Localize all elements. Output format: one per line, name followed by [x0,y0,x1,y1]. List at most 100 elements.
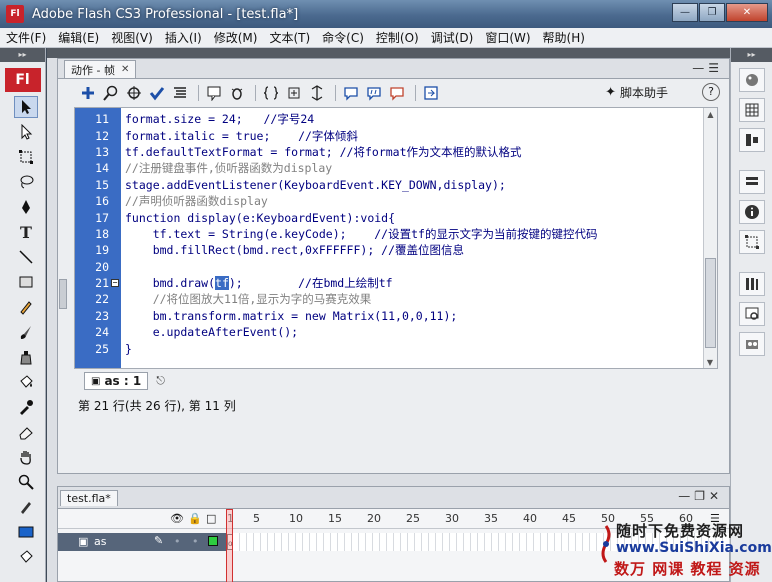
fold-marker-icon[interactable]: − [111,279,119,288]
code-text: stage.addEventListener(KeyboardEvent.KEY… [125,177,506,192]
lock-dot[interactable]: • [192,535,199,548]
line-tool-icon[interactable] [14,246,38,268]
code-line: 19 bmd.fillRect(bmd.rect,0xFFFFFF); //覆盖… [75,242,705,258]
visibility-dot[interactable]: • [174,535,181,548]
timeline-window-controls[interactable]: —❐✕ [678,489,723,503]
info-panel-icon[interactable] [738,200,765,224]
minimize-button[interactable]: — [672,3,698,22]
fill-bucket-mini-icon[interactable] [14,546,38,568]
remove-comment-icon[interactable] [387,83,407,103]
code-text: bm.transform.matrix = new Matrix(11,0,0,… [125,308,458,323]
brush-tool-icon[interactable] [14,321,38,343]
code-text: bmd.draw(tf); //在bmd上绘制tf [125,276,393,291]
zoom-tool-icon[interactable] [14,471,38,493]
lasso-tool-icon[interactable] [14,171,38,193]
align-panel-icon[interactable] [738,128,765,152]
collapse-between-braces-icon[interactable] [261,83,281,103]
rectangle-tool-icon[interactable] [14,271,38,293]
show-code-hint-icon[interactable] [204,83,224,103]
line-number: 11 [95,112,109,127]
code-editor[interactable]: 11 format.size = 24; //字号24 12 format.it… [74,107,718,369]
output-panel-icon[interactable] [738,332,765,356]
paint-bucket-tool-icon[interactable] [14,371,38,393]
hand-tool-icon[interactable] [14,446,38,468]
layer-outline-color[interactable] [208,536,218,546]
help-button[interactable]: ? [702,83,720,101]
layer-info[interactable]: ▣ as ✎ • • [58,533,226,551]
editor-scrollbar[interactable]: ▲ ▼ [703,108,717,368]
outline-icon[interactable]: □ [206,512,216,525]
insert-target-path-icon[interactable] [124,83,144,103]
components-panel-icon[interactable] [738,272,765,296]
free-transform-tool-icon[interactable] [14,146,38,168]
scroll-down-icon[interactable]: ▼ [704,356,716,368]
pencil-tool-icon[interactable] [14,296,38,318]
code-text: } [125,341,132,356]
text-tool-icon[interactable]: T [14,221,38,243]
library-panel-icon[interactable] [738,170,765,194]
tab-script-as-1[interactable]: ▣ as : 1 [84,372,149,390]
add-statement-icon[interactable] [78,83,98,103]
ink-bottle-tool-icon[interactable] [14,346,38,368]
menu-file[interactable]: 文件(F) [0,29,52,46]
swatches-panel-icon[interactable] [738,98,765,122]
fill-color-swatch[interactable] [14,521,38,543]
check-syntax-icon[interactable] [147,83,167,103]
transform-panel-icon[interactable] [738,230,765,254]
color-panel-icon[interactable] [738,68,765,92]
apply-block-comment-icon[interactable] [341,83,361,103]
panel-grip[interactable]: ▸▸ [0,48,45,62]
apply-line-comment-icon[interactable] [364,83,384,103]
scroll-up-icon[interactable]: ▲ [704,108,717,122]
close-button[interactable]: ✕ [726,3,768,22]
find-icon[interactable] [101,83,121,103]
tab-document[interactable]: test.fla* [60,490,118,506]
collapse-handle[interactable] [59,279,67,309]
panel-menu-icon[interactable]: —☰ [692,61,723,75]
stroke-color-icon[interactable] [14,496,38,518]
tab-actions-frame[interactable]: 动作 - 帧 ✕ [64,60,137,78]
menu-view[interactable]: 视图(V) [105,29,159,46]
panel-splitter[interactable] [47,48,730,58]
menu-help[interactable]: 帮助(H) [537,29,591,46]
frame-number: 15 [328,512,342,525]
menu-commands[interactable]: 命令(C) [316,29,370,46]
menu-window[interactable]: 窗口(W) [479,29,536,46]
script-toolbar: ✦ 脚本助手 ? [78,82,728,104]
restore-button[interactable]: ❐ [699,3,725,22]
collapse-selection-icon[interactable] [284,83,304,103]
eraser-tool-icon[interactable] [14,421,38,443]
menu-modify[interactable]: 修改(M) [208,29,264,46]
frame-number: 35 [484,512,498,525]
menu-text[interactable]: 文本(T) [263,29,316,46]
line-number: 13 [95,144,109,159]
subselection-tool-icon[interactable] [14,121,38,143]
playhead[interactable] [226,509,233,582]
code-comment: //将位图放大11倍,显示为字的马赛克效果 [125,292,372,307]
menu-debug[interactable]: 调试(D) [425,29,480,46]
debug-options-icon[interactable] [227,83,247,103]
work-area: 动作 - 帧 ✕ —☰ ✦ 脚本助手 ? 11 format.size = 24… [47,48,731,582]
selection-tool-icon[interactable] [14,96,38,118]
menu-control[interactable]: 控制(O) [370,29,425,46]
eyedropper-tool-icon[interactable] [14,396,38,418]
watermark-line2: www.SuiShiXia.com [616,540,772,556]
movie-explorer-icon[interactable] [738,302,765,326]
show-hide-toolbox-icon[interactable] [421,83,441,103]
layer-name: as [94,535,107,548]
line-number: 15 [95,177,109,192]
line-number: 18 [95,226,109,241]
expand-all-icon[interactable] [307,83,327,103]
scroll-thumb[interactable] [705,258,716,348]
lock-icon[interactable]: 🔒 [188,512,202,525]
pen-tool-icon[interactable] [14,196,38,218]
auto-format-icon[interactable] [170,83,190,103]
code-text: function display(e:KeyboardEvent):void{ [125,210,396,225]
close-icon[interactable]: ✕ [121,64,129,75]
script-assist-button[interactable]: ✦ 脚本助手 [605,84,668,101]
menu-edit[interactable]: 编辑(E) [52,29,105,46]
eye-icon[interactable]: 👁 [170,512,184,525]
pin-script-icon[interactable]: ⎋ [156,374,165,388]
panel-grip[interactable]: ▸▸ [731,48,772,62]
menu-insert[interactable]: 插入(I) [159,29,208,46]
